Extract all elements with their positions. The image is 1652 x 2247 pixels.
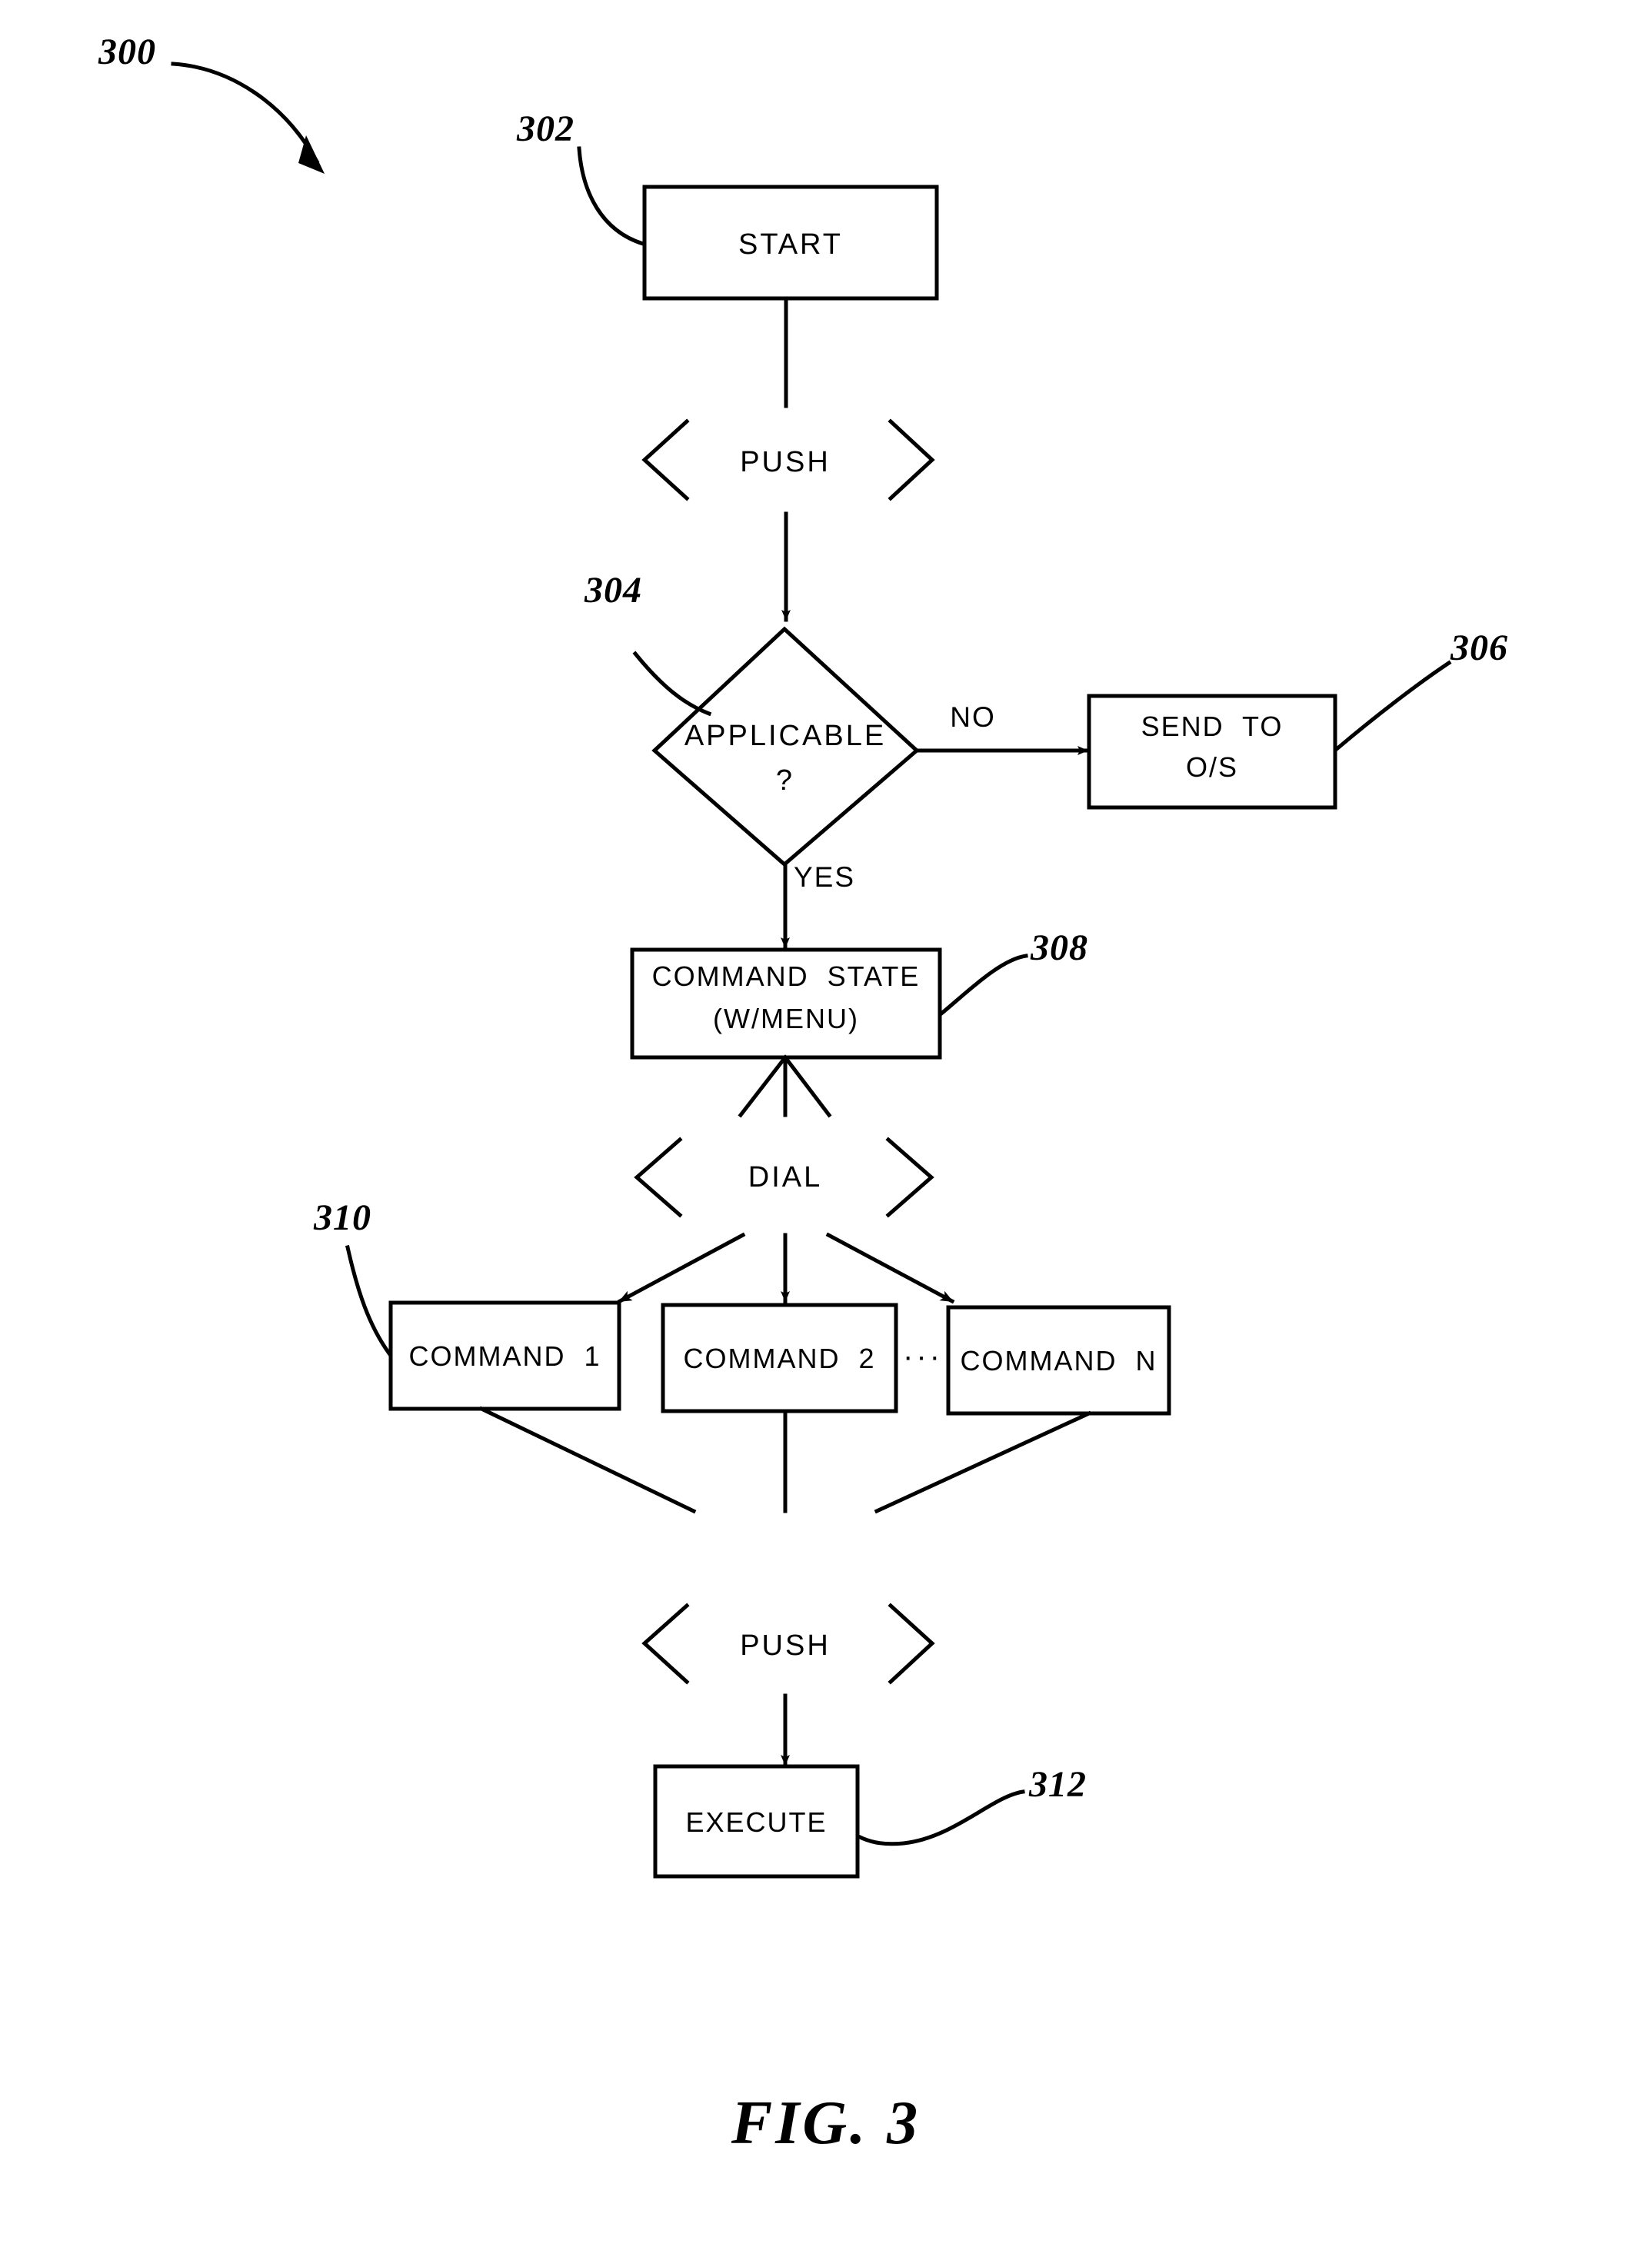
patent-figure-3: 300 302 START PUSH 304 APPLICABLE ? NO 3… — [0, 0, 1652, 2247]
reference-numeral-300: 300 — [98, 32, 156, 72]
command-n-label: COMMAND N — [960, 1345, 1157, 1376]
figure-caption: FIG. 3 — [731, 2089, 921, 2157]
edge-label-no: NO — [950, 701, 996, 733]
push-top-gate-label: PUSH — [740, 446, 831, 478]
reference-numeral-308: 308 — [1031, 927, 1088, 968]
connector-dial-to-command-1 — [617, 1232, 746, 1304]
push-bottom-left-chevron — [641, 1603, 690, 1685]
reference-numeral-312: 312 — [1029, 1764, 1087, 1805]
connector-command-n-down — [874, 1410, 1092, 1514]
connector-command-1-down — [478, 1406, 697, 1514]
command-1-label: COMMAND 1 — [408, 1340, 601, 1372]
command-series-ellipsis: ··· — [903, 1340, 943, 1373]
dial-left-chevron — [634, 1137, 683, 1218]
leader-300-arrowhead — [298, 135, 325, 174]
connector-state-right — [782, 1054, 832, 1118]
leader-306 — [1334, 660, 1452, 752]
edge-label-yes: YES — [794, 861, 856, 893]
reference-numeral-306: 306 — [1450, 627, 1508, 668]
command-state-label-line1: COMMAND STATE — [651, 960, 921, 992]
command-state-label-line2: (W/MENU) — [713, 1003, 859, 1034]
push-bottom-gate-label: PUSH — [740, 1629, 831, 1662]
execute-box-label: EXECUTE — [685, 1806, 828, 1838]
leader-310 — [345, 1245, 392, 1357]
diagram-vector-layer — [171, 62, 1452, 1879]
dial-gate-label: DIAL — [748, 1161, 823, 1193]
leader-312 — [855, 1789, 1025, 1846]
send-to-os-label-line2: O/S — [1185, 751, 1238, 783]
leader-304 — [632, 651, 712, 717]
reference-numeral-302: 302 — [517, 108, 575, 149]
push-top-left-chevron — [641, 418, 690, 501]
command-2-label: COMMAND 2 — [683, 1343, 876, 1374]
reference-numeral-310: 310 — [314, 1197, 371, 1238]
dial-right-chevron — [885, 1137, 934, 1218]
connector-state-left — [738, 1054, 788, 1118]
applicable-diamond-label-line1: APPLICABLE — [684, 720, 887, 752]
push-bottom-right-chevron — [888, 1603, 935, 1685]
leader-302 — [577, 146, 646, 247]
send-to-os-label-line1: SEND TO — [1141, 711, 1284, 742]
connector-dial-to-command-n — [825, 1232, 955, 1304]
leader-300 — [171, 62, 320, 165]
reference-numeral-304: 304 — [585, 570, 642, 611]
push-top-right-chevron — [888, 418, 935, 501]
leader-308 — [938, 954, 1028, 1017]
start-box-label: START — [738, 228, 844, 261]
applicable-diamond-label-line2: ? — [775, 764, 795, 797]
